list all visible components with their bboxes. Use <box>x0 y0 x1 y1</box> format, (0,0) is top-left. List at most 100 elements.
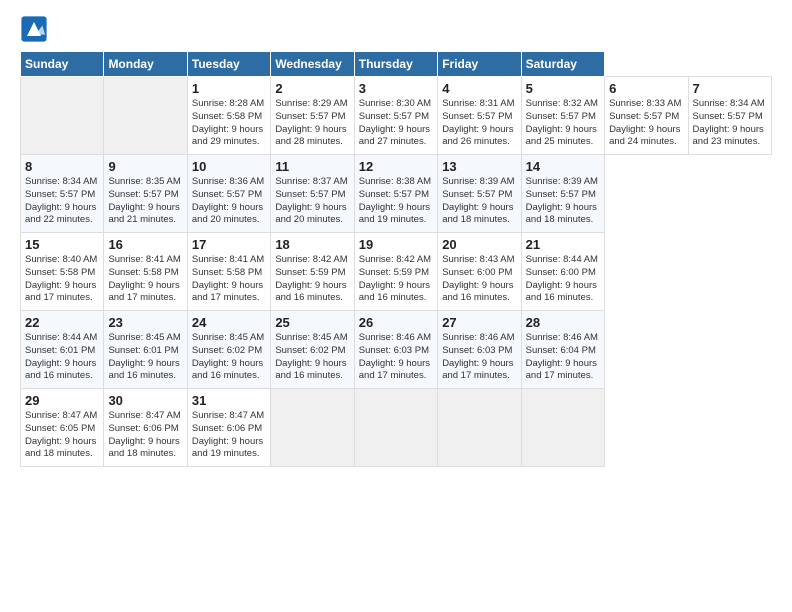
day-number: 5 <box>526 81 600 96</box>
day-cell-19: 19Sunrise: 8:42 AMSunset: 5:59 PMDayligh… <box>354 233 437 311</box>
cell-sun-info: Sunrise: 8:35 AMSunset: 5:57 PMDaylight:… <box>108 176 182 227</box>
page: SundayMondayTuesdayWednesdayThursdayFrid… <box>0 0 792 612</box>
day-cell-26: 26 Sunrise: 8:46 AMSunset: 6:03 PMDayligh… <box>354 311 437 389</box>
day-number: 22 <box>25 315 99 330</box>
day-number: 11 <box>275 159 349 174</box>
day-cell-17: 17Sunrise: 8:41 AMSunset: 5:58 PMDayligh… <box>187 233 270 311</box>
day-header-thursday: Thursday <box>354 52 437 77</box>
day-cell-22: 22 Sunrise: 8:44 AMSunset: 6:01 PMDayligh… <box>21 311 104 389</box>
day-cell-9: 9 Sunrise: 8:35 AMSunset: 5:57 PMDaylight… <box>104 155 187 233</box>
week-row-5: 29 Sunrise: 8:47 AMSunset: 6:05 PMDayligh… <box>21 389 772 467</box>
day-cell-6: 6 Sunrise: 8:33 AMSunset: 5:57 PMDaylight… <box>605 77 688 155</box>
cell-sun-info: Sunrise: 8:45 AMSunset: 6:02 PMDaylight:… <box>192 332 266 383</box>
day-number: 29 <box>25 393 99 408</box>
cell-sun-info: Sunrise: 8:43 AMSunset: 6:00 PMDaylight:… <box>442 254 516 305</box>
day-number: 1 <box>192 81 266 96</box>
day-header-saturday: Saturday <box>521 52 604 77</box>
day-cell-15: 15 Sunrise: 8:40 AMSunset: 5:58 PMDayligh… <box>21 233 104 311</box>
day-cell-14: 14Sunrise: 8:39 AMSunset: 5:57 PMDayligh… <box>521 155 604 233</box>
cell-sun-info: Sunrise: 8:37 AMSunset: 5:57 PMDaylight:… <box>275 176 349 227</box>
day-number: 24 <box>192 315 266 330</box>
cell-sun-info: Sunrise: 8:42 AMSunset: 5:59 PMDaylight:… <box>275 254 349 305</box>
empty-cell <box>521 389 604 467</box>
day-number: 17 <box>192 237 266 252</box>
cell-sun-info: Sunrise: 8:34 AMSunset: 5:57 PMDaylight:… <box>25 176 99 227</box>
day-cell-13: 13 Sunrise: 8:39 AMSunset: 5:57 PMDayligh… <box>438 155 521 233</box>
day-cell-25: 25 Sunrise: 8:45 AMSunset: 6:02 PMDayligh… <box>271 311 354 389</box>
day-header-monday: Monday <box>104 52 187 77</box>
cell-sun-info: Sunrise: 8:32 AMSunset: 5:57 PMDaylight:… <box>526 98 600 149</box>
day-cell-18: 18 Sunrise: 8:42 AMSunset: 5:59 PMDayligh… <box>271 233 354 311</box>
day-cell-3: 3 Sunrise: 8:30 AMSunset: 5:57 PMDaylight… <box>354 77 437 155</box>
day-number: 23 <box>108 315 182 330</box>
cell-sun-info: Sunrise: 8:45 AMSunset: 6:01 PMDaylight:… <box>108 332 182 383</box>
week-row-2: 8 Sunrise: 8:34 AMSunset: 5:57 PMDaylight… <box>21 155 772 233</box>
day-number: 3 <box>359 81 433 96</box>
day-cell-29: 29 Sunrise: 8:47 AMSunset: 6:05 PMDayligh… <box>21 389 104 467</box>
cell-sun-info: Sunrise: 8:33 AMSunset: 5:57 PMDaylight:… <box>609 98 683 149</box>
day-number: 18 <box>275 237 349 252</box>
cell-sun-info: Sunrise: 8:45 AMSunset: 6:02 PMDaylight:… <box>275 332 349 383</box>
cell-sun-info: Sunrise: 8:46 AMSunset: 6:04 PMDaylight:… <box>526 332 600 383</box>
day-number: 9 <box>108 159 182 174</box>
day-number: 13 <box>442 159 516 174</box>
day-cell-1: 1 Sunrise: 8:28 AMSunset: 5:58 PMDaylight… <box>187 77 270 155</box>
day-number: 15 <box>25 237 99 252</box>
day-number: 10 <box>192 159 266 174</box>
day-header-tuesday: Tuesday <box>187 52 270 77</box>
day-cell-8: 8 Sunrise: 8:34 AMSunset: 5:57 PMDaylight… <box>21 155 104 233</box>
logo <box>20 15 52 43</box>
day-cell-24: 24 Sunrise: 8:45 AMSunset: 6:02 PMDayligh… <box>187 311 270 389</box>
day-number: 30 <box>108 393 182 408</box>
day-number: 16 <box>108 237 182 252</box>
day-number: 8 <box>25 159 99 174</box>
empty-cell <box>354 389 437 467</box>
empty-cell <box>271 389 354 467</box>
cell-sun-info: Sunrise: 8:39 AMSunset: 5:57 PMDaylight:… <box>442 176 516 227</box>
week-row-3: 15 Sunrise: 8:40 AMSunset: 5:58 PMDayligh… <box>21 233 772 311</box>
cell-sun-info: Sunrise: 8:44 AMSunset: 6:01 PMDaylight:… <box>25 332 99 383</box>
day-number: 21 <box>526 237 600 252</box>
day-cell-7: 7Sunrise: 8:34 AMSunset: 5:57 PMDaylight… <box>688 77 772 155</box>
day-cell-20: 20 Sunrise: 8:43 AMSunset: 6:00 PMDayligh… <box>438 233 521 311</box>
cell-sun-info: Sunrise: 8:36 AMSunset: 5:57 PMDaylight:… <box>192 176 266 227</box>
day-cell-10: 10 Sunrise: 8:36 AMSunset: 5:57 PMDayligh… <box>187 155 270 233</box>
day-number: 4 <box>442 81 516 96</box>
cell-sun-info: Sunrise: 8:40 AMSunset: 5:58 PMDaylight:… <box>25 254 99 305</box>
day-cell-27: 27Sunrise: 8:46 AMSunset: 6:03 PMDayligh… <box>438 311 521 389</box>
day-header-sunday: Sunday <box>21 52 104 77</box>
day-cell-21: 21Sunrise: 8:44 AMSunset: 6:00 PMDayligh… <box>521 233 604 311</box>
day-number: 12 <box>359 159 433 174</box>
day-number: 20 <box>442 237 516 252</box>
cell-sun-info: Sunrise: 8:31 AMSunset: 5:57 PMDaylight:… <box>442 98 516 149</box>
cell-sun-info: Sunrise: 8:47 AMSunset: 6:05 PMDaylight:… <box>25 410 99 461</box>
calendar-header-row: SundayMondayTuesdayWednesdayThursdayFrid… <box>21 52 772 77</box>
day-cell-2: 2 Sunrise: 8:29 AMSunset: 5:57 PMDaylight… <box>271 77 354 155</box>
cell-sun-info: Sunrise: 8:30 AMSunset: 5:57 PMDaylight:… <box>359 98 433 149</box>
cell-sun-info: Sunrise: 8:38 AMSunset: 5:57 PMDaylight:… <box>359 176 433 227</box>
day-cell-5: 5 Sunrise: 8:32 AMSunset: 5:57 PMDaylight… <box>521 77 604 155</box>
calendar-table: SundayMondayTuesdayWednesdayThursdayFrid… <box>20 51 772 467</box>
day-number: 28 <box>526 315 600 330</box>
header <box>20 15 772 43</box>
cell-sun-info: Sunrise: 8:42 AMSunset: 5:59 PMDaylight:… <box>359 254 433 305</box>
day-cell-16: 16 Sunrise: 8:41 AMSunset: 5:58 PMDayligh… <box>104 233 187 311</box>
day-number: 25 <box>275 315 349 330</box>
cell-sun-info: Sunrise: 8:28 AMSunset: 5:58 PMDaylight:… <box>192 98 266 149</box>
day-number: 26 <box>359 315 433 330</box>
week-row-1: 1 Sunrise: 8:28 AMSunset: 5:58 PMDaylight… <box>21 77 772 155</box>
day-cell-4: 4 Sunrise: 8:31 AMSunset: 5:57 PMDaylight… <box>438 77 521 155</box>
day-header-wednesday: Wednesday <box>271 52 354 77</box>
day-cell-23: 23 Sunrise: 8:45 AMSunset: 6:01 PMDayligh… <box>104 311 187 389</box>
empty-cell <box>104 77 187 155</box>
day-number: 7 <box>693 81 768 96</box>
day-number: 6 <box>609 81 683 96</box>
calendar-body: 1 Sunrise: 8:28 AMSunset: 5:58 PMDaylight… <box>21 77 772 467</box>
empty-cell <box>21 77 104 155</box>
day-number: 2 <box>275 81 349 96</box>
cell-sun-info: Sunrise: 8:46 AMSunset: 6:03 PMDaylight:… <box>442 332 516 383</box>
cell-sun-info: Sunrise: 8:29 AMSunset: 5:57 PMDaylight:… <box>275 98 349 149</box>
empty-cell <box>438 389 521 467</box>
cell-sun-info: Sunrise: 8:46 AMSunset: 6:03 PMDaylight:… <box>359 332 433 383</box>
cell-sun-info: Sunrise: 8:41 AMSunset: 5:58 PMDaylight:… <box>108 254 182 305</box>
